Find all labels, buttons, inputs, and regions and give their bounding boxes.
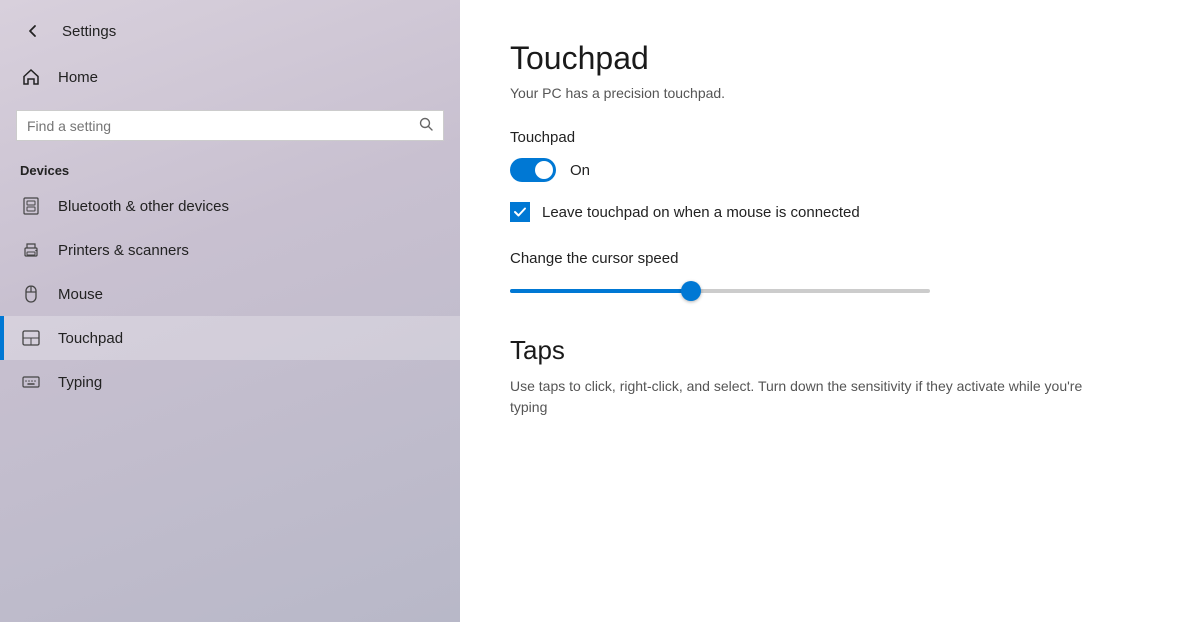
cursor-speed-section: Change the cursor speed [510,250,1150,303]
mouse-connected-checkbox[interactable] [510,202,530,222]
page-title: Touchpad [510,40,1150,77]
sidebar-item-touchpad[interactable]: Touchpad [0,316,460,360]
sidebar-item-label: Typing [58,374,102,391]
sidebar-item-typing[interactable]: Typing [0,360,460,404]
home-icon [20,66,42,88]
sidebar-header: Settings [0,0,460,54]
bluetooth-icon [20,195,42,217]
page-subtitle: Your PC has a precision touchpad. [510,85,1150,101]
sidebar-item-bluetooth[interactable]: Bluetooth & other devices [0,184,460,228]
search-box[interactable] [16,110,444,141]
slider-fill [510,289,691,293]
sidebar-item-mouse[interactable]: Mouse [0,272,460,316]
taps-title: Taps [510,335,1150,366]
mouse-connected-label: Leave touchpad on when a mouse is connec… [542,204,860,221]
taps-description: Use taps to click, right-click, and sele… [510,376,1110,418]
sidebar-item-label: Printers & scanners [58,242,189,259]
sidebar-item-label: Bluetooth & other devices [58,198,229,215]
mouse-icon [20,283,42,305]
touchpad-icon [20,327,42,349]
cursor-speed-slider-wrap [510,279,930,303]
search-icon [419,117,433,134]
search-input[interactable] [27,118,411,134]
back-button[interactable] [20,18,46,44]
slider-label: Change the cursor speed [510,250,1150,267]
toggle-knob [535,161,553,179]
sidebar: Settings Home Devices Bluetooth & [0,0,460,622]
cursor-speed-slider-thumb[interactable] [681,281,701,301]
touchpad-toggle-row: On [510,158,1150,182]
settings-title: Settings [62,23,116,40]
devices-section-label: Devices [0,155,460,184]
toggle-label: On [570,162,590,179]
sidebar-item-label: Mouse [58,286,103,303]
sidebar-item-printers[interactable]: Printers & scanners [0,228,460,272]
sidebar-item-label: Touchpad [58,330,123,347]
home-nav-item[interactable]: Home [0,54,460,100]
printer-icon [20,239,42,261]
keyboard-icon [20,371,42,393]
home-label: Home [58,69,98,86]
touchpad-section-label: Touchpad [510,129,1150,146]
main-content: Touchpad Your PC has a precision touchpa… [460,0,1200,622]
slider-track [510,289,930,293]
touchpad-toggle[interactable] [510,158,556,182]
mouse-connected-checkbox-row: Leave touchpad on when a mouse is connec… [510,202,1150,222]
